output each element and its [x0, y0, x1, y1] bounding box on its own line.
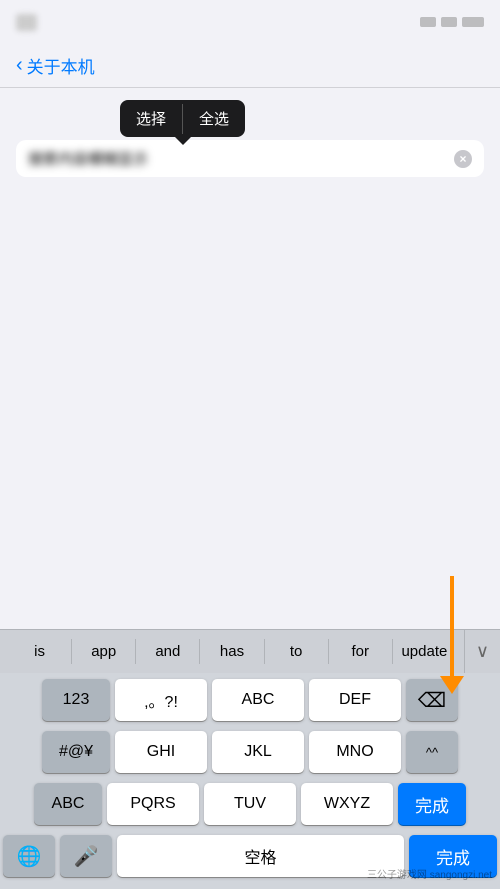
search-field-text[interactable]: 搜索内容模糊显示	[28, 148, 446, 169]
status-icons	[420, 17, 484, 27]
status-time	[16, 14, 37, 31]
predictive-word-has[interactable]: has	[200, 639, 264, 664]
nav-back-button[interactable]: ‹ 关于本机	[16, 53, 95, 78]
keyboard-row-2: #@¥ GHI JKL MNO ^^	[3, 731, 497, 773]
nav-back-label: 关于本机	[27, 53, 95, 78]
keyboard-row-1: 123 ,。?! ABC DEF ⌫	[3, 679, 497, 721]
key-jkl[interactable]: JKL	[212, 731, 304, 773]
key-globe[interactable]: 🌐	[3, 835, 55, 877]
predictive-expand-button[interactable]: ∨	[464, 630, 500, 673]
key-punctuation[interactable]: ,。?!	[115, 679, 207, 721]
predictive-word-app[interactable]: app	[72, 639, 136, 664]
keyboard-rows: 123 ,。?! ABC DEF ⌫ #@¥ GHI JKL MNO ^^ AB…	[0, 673, 500, 889]
context-menu-select-all[interactable]: 全选	[183, 100, 245, 137]
key-123[interactable]: 123	[42, 679, 110, 721]
context-menu-select[interactable]: 选择	[120, 100, 182, 137]
status-bar	[0, 0, 500, 44]
content-area: 选择 全选 搜索内容模糊显示 ×	[0, 88, 500, 469]
predictive-word-to[interactable]: to	[265, 639, 329, 664]
key-space[interactable]: 空格	[117, 835, 404, 877]
search-clear-button[interactable]: ×	[454, 150, 472, 168]
predictive-word-update[interactable]: update	[393, 639, 456, 664]
key-done-row3[interactable]: 完成	[398, 783, 466, 825]
predictive-bar: is app and has to for update ∨	[0, 629, 500, 673]
key-mno[interactable]: MNO	[309, 731, 401, 773]
keyboard-container: is app and has to for update ∨ 123 ,。?! …	[0, 629, 500, 889]
empty-space	[16, 177, 484, 457]
nav-bar: ‹ 关于本机	[0, 44, 500, 88]
key-def[interactable]: DEF	[309, 679, 401, 721]
key-wxyz[interactable]: WXYZ	[301, 783, 393, 825]
battery-icon	[462, 17, 484, 27]
predictive-words: is app and has to for update	[0, 639, 464, 664]
key-mic[interactable]: 🎤	[60, 835, 112, 877]
key-caps[interactable]: ^^	[406, 731, 458, 773]
signal-icon	[420, 17, 436, 27]
predictive-word-is[interactable]: is	[8, 639, 72, 664]
predictive-word-for[interactable]: for	[329, 639, 393, 664]
key-ghi[interactable]: GHI	[115, 731, 207, 773]
key-backspace[interactable]: ⌫	[406, 679, 458, 721]
chevron-left-icon: ‹	[16, 54, 23, 77]
predictive-word-and[interactable]: and	[136, 639, 200, 664]
key-abc[interactable]: ABC	[212, 679, 304, 721]
key-symbols[interactable]: #@¥	[42, 731, 110, 773]
key-abc-switch[interactable]: ABC	[34, 783, 102, 825]
context-menu: 选择 全选	[120, 100, 245, 137]
key-tuv[interactable]: TUV	[204, 783, 296, 825]
search-field-container: 搜索内容模糊显示 ×	[16, 140, 484, 177]
watermark: 三公子游戏网 sangongzi.net	[367, 866, 492, 881]
keyboard-row-3: ABC PQRS TUV WXYZ 完成	[3, 783, 497, 825]
key-pqrs[interactable]: PQRS	[107, 783, 199, 825]
wifi-icon	[441, 17, 457, 27]
